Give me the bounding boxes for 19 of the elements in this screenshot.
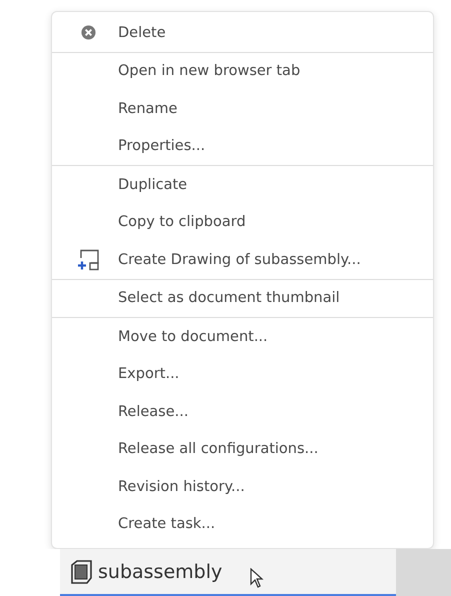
menu-item[interactable]: Select as document thumbnail bbox=[52, 280, 433, 317]
menu-item[interactable]: Release... bbox=[52, 393, 433, 430]
cube-icon bbox=[68, 558, 94, 584]
menu-item[interactable]: Move to document... bbox=[52, 318, 433, 356]
menu-item[interactable]: Release all configurations... bbox=[52, 430, 433, 468]
close-icon bbox=[80, 25, 96, 40]
menu-item[interactable]: Create Drawing of subassembly... bbox=[52, 241, 433, 278]
cursor-icon bbox=[250, 568, 264, 588]
drawing-add-icon bbox=[76, 248, 100, 271]
menu-item[interactable]: Revision history... bbox=[52, 468, 433, 506]
menu-item[interactable]: Export... bbox=[52, 356, 433, 393]
menu-item[interactable]: Copy to clipboard bbox=[52, 204, 433, 241]
menu-item[interactable]: Duplicate bbox=[52, 166, 433, 204]
menu-item[interactable]: Create task... bbox=[52, 506, 433, 543]
menu-item[interactable]: Open in new browser tab bbox=[52, 52, 433, 90]
menu-item[interactable]: Rename bbox=[52, 90, 433, 128]
menu-item[interactable]: Delete bbox=[52, 14, 433, 52]
menu-item[interactable]: Properties... bbox=[52, 128, 433, 165]
document-tab[interactable]: subassembly bbox=[60, 549, 396, 596]
